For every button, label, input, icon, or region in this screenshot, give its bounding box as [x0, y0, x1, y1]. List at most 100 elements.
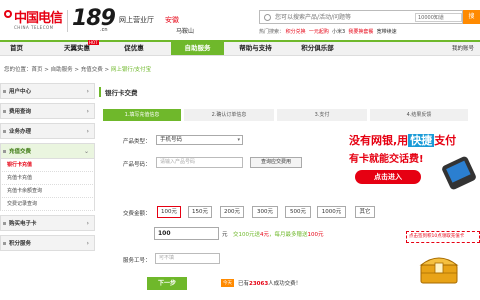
- today-tag: 今天: [221, 279, 234, 287]
- china-telecom-logo-icon: [4, 10, 12, 18]
- banner-enter-button[interactable]: 点击进入: [355, 170, 421, 184]
- amount-input[interactable]: 100: [154, 227, 219, 240]
- search-icon: [264, 14, 271, 21]
- nav-home[interactable]: 首页: [0, 42, 33, 55]
- next-step-button[interactable]: 下一步: [147, 277, 187, 290]
- product-type-value: 手机号码: [160, 137, 183, 143]
- discount-text: ，每月最多赠送: [269, 232, 308, 238]
- search-button[interactable]: 搜: [463, 10, 480, 24]
- step-1: 1.填写充值信息: [103, 109, 181, 121]
- sidebar-cat-user-center[interactable]: 用户中心 ›: [0, 83, 95, 99]
- breadcrumb-path[interactable]: 您的位置：首页 > 自助服务 > 充值交费 >: [4, 67, 111, 73]
- sidebar-cat-label: 用户中心: [9, 89, 32, 95]
- amount-option-300[interactable]: 300元: [252, 206, 278, 218]
- province-selector[interactable]: 安徽: [165, 15, 179, 25]
- sidebar-cat-recharge[interactable]: 充值交费 ⌄: [0, 143, 95, 159]
- sidebar-cat-label: 购买电子卡: [9, 221, 37, 227]
- banner-subline: 有卡就能交话费!: [349, 154, 424, 165]
- search-input[interactable]: [275, 11, 405, 23]
- step-3: 3.支付: [277, 109, 367, 121]
- query-fee-button[interactable]: 查询应交费用: [250, 157, 302, 168]
- hot-search-item[interactable]: 我要换套餐: [348, 29, 373, 35]
- search-category-select[interactable]: 10000知道: [415, 13, 462, 22]
- panel-title: 银行卡交费: [99, 87, 138, 97]
- sidebar-cat-label: 积分服务: [9, 241, 32, 247]
- site-logo-189: 189: [72, 6, 116, 31]
- banner-headline: 没有网银,用 快捷 支付: [349, 132, 456, 148]
- amount-option-100[interactable]: 100元: [157, 206, 181, 218]
- chevron-right-icon: ›: [86, 88, 89, 95]
- city-label[interactable]: 马鞍山: [176, 26, 194, 35]
- hot-search-item[interactable]: 小米3: [332, 29, 345, 35]
- hot-searches: 热门搜索： 积分兑换 一元起购 小米3 我要换套餐 宽带续速: [259, 28, 397, 35]
- checkin-promo-link[interactable]: 点击签到积10点领取充值卡: [406, 231, 480, 243]
- worker-id-label: 服务工号：: [123, 258, 151, 264]
- product-number-label: 产品号码：: [123, 162, 151, 168]
- product-type-label: 产品类型：: [123, 139, 151, 145]
- brand-name-en: CHINA TELECOM: [14, 25, 54, 30]
- sidebar-item-card-balance[interactable]: 充值卡余额查询: [0, 185, 95, 198]
- chevron-right-icon: ›: [86, 108, 89, 115]
- nav-promotions[interactable]: 促优惠: [114, 42, 154, 55]
- search-box[interactable]: 10000知道: [259, 10, 463, 24]
- hot-search-label: 热门搜索：: [259, 29, 285, 35]
- count-suffix: 人成功交费！: [268, 281, 302, 287]
- breadcrumb: 您的位置：首页 > 自助服务 > 充值交费 > 网上银行/支付宝: [4, 65, 151, 73]
- nav-self-service[interactable]: 自助服务: [171, 42, 224, 55]
- site-logo-suffix: .cn: [100, 27, 108, 33]
- discount-info: 交100元送4元，每月最多赠送100元: [233, 230, 324, 238]
- sidebar-cat-fee-query[interactable]: 费用查询 ›: [0, 103, 95, 119]
- nav-help-support[interactable]: 帮助与支持: [228, 42, 283, 55]
- step-2: 2.确认订单信息: [184, 109, 274, 121]
- sidebar-cat-business[interactable]: 业务办理 ›: [0, 123, 95, 139]
- amount-option-other[interactable]: 其它: [355, 206, 375, 218]
- amount-option-500[interactable]: 500元: [285, 206, 311, 218]
- chevron-right-icon: ›: [86, 128, 89, 135]
- brand-name-cn: 中国电信: [14, 11, 63, 26]
- banner-highlight: 快捷: [408, 134, 435, 147]
- sidebar: 用户中心 › 费用查询 › 业务办理 › 充值交费 ⌄ 银行卡充值 充值卡充值 充值卡余…: [0, 83, 95, 255]
- chevron-right-icon: ›: [86, 220, 89, 227]
- hot-search-item[interactable]: 宽带续速: [377, 29, 397, 35]
- chevron-right-icon: ›: [86, 240, 89, 247]
- banner-text: 没有网银,用: [349, 134, 409, 147]
- my-account-link[interactable]: 我的账号: [452, 44, 474, 52]
- banner-text: 支付: [434, 134, 457, 147]
- quick-pay-banner[interactable]: 没有网银,用 快捷 支付 有卡就能交话费! 点击进入: [349, 126, 480, 191]
- discount-cap: 100元: [307, 232, 324, 238]
- discount-text: 交100元送: [233, 232, 260, 238]
- treasure-chest-icon[interactable]: [418, 251, 460, 285]
- sidebar-cat-points[interactable]: 积分服务 ›: [0, 235, 95, 251]
- sidebar-item-payment-records[interactable]: 交费记录查询: [0, 198, 95, 211]
- sidebar-item-bank-card-recharge[interactable]: 银行卡充值: [0, 159, 95, 172]
- sidebar-cat-label: 充值交费: [9, 149, 32, 155]
- product-number-input[interactable]: 请输入产品号码: [156, 157, 243, 168]
- count-prefix: 已有: [238, 281, 250, 287]
- header-logo-area[interactable]: 中国电信 CHINA TELECOM 189 .cn 网上营业厅 安徽 马鞍山: [0, 4, 230, 35]
- discount-amount: 4元: [260, 232, 269, 238]
- hot-search-item[interactable]: 积分兑换: [286, 29, 306, 35]
- amount-unit: 元: [222, 232, 228, 238]
- online-hall-title: 网上营业厅: [119, 16, 154, 24]
- product-type-select[interactable]: 手机号码 ▾: [156, 135, 243, 145]
- amount-option-1000[interactable]: 1000元: [317, 206, 346, 218]
- sidebar-cat-label: 业务办理: [9, 129, 32, 135]
- chevron-down-icon: ⌄: [83, 148, 89, 155]
- breadcrumb-current: 网上银行/支付宝: [110, 67, 152, 73]
- step-4: 4.结果反馈: [370, 109, 468, 121]
- count-number: 23063: [249, 281, 269, 287]
- dropdown-arrow-icon: ▾: [237, 137, 240, 143]
- sidebar-item-card-recharge[interactable]: 充值卡充值: [0, 172, 95, 185]
- worker-id-input[interactable]: 可不填: [155, 253, 220, 264]
- header-divider: [67, 10, 68, 32]
- sidebar-cat-e-card[interactable]: 购买电子卡 ›: [0, 215, 95, 231]
- success-count: 已有23063人成功交费！: [238, 279, 301, 287]
- main-nav: 首页 天翼实惠 HOT 促优惠 自助服务 帮助与支持 积分俱乐部 我的账号: [0, 40, 480, 56]
- nav-points-club[interactable]: 积分俱乐部: [290, 42, 345, 55]
- sidebar-cat-label: 费用查询: [9, 109, 32, 115]
- amount-label: 交费金额：: [123, 211, 151, 217]
- hot-search-item[interactable]: 一元起购: [309, 29, 329, 35]
- hot-badge: HOT: [88, 40, 99, 45]
- amount-option-200[interactable]: 200元: [220, 206, 244, 218]
- amount-option-150[interactable]: 150元: [188, 206, 212, 218]
